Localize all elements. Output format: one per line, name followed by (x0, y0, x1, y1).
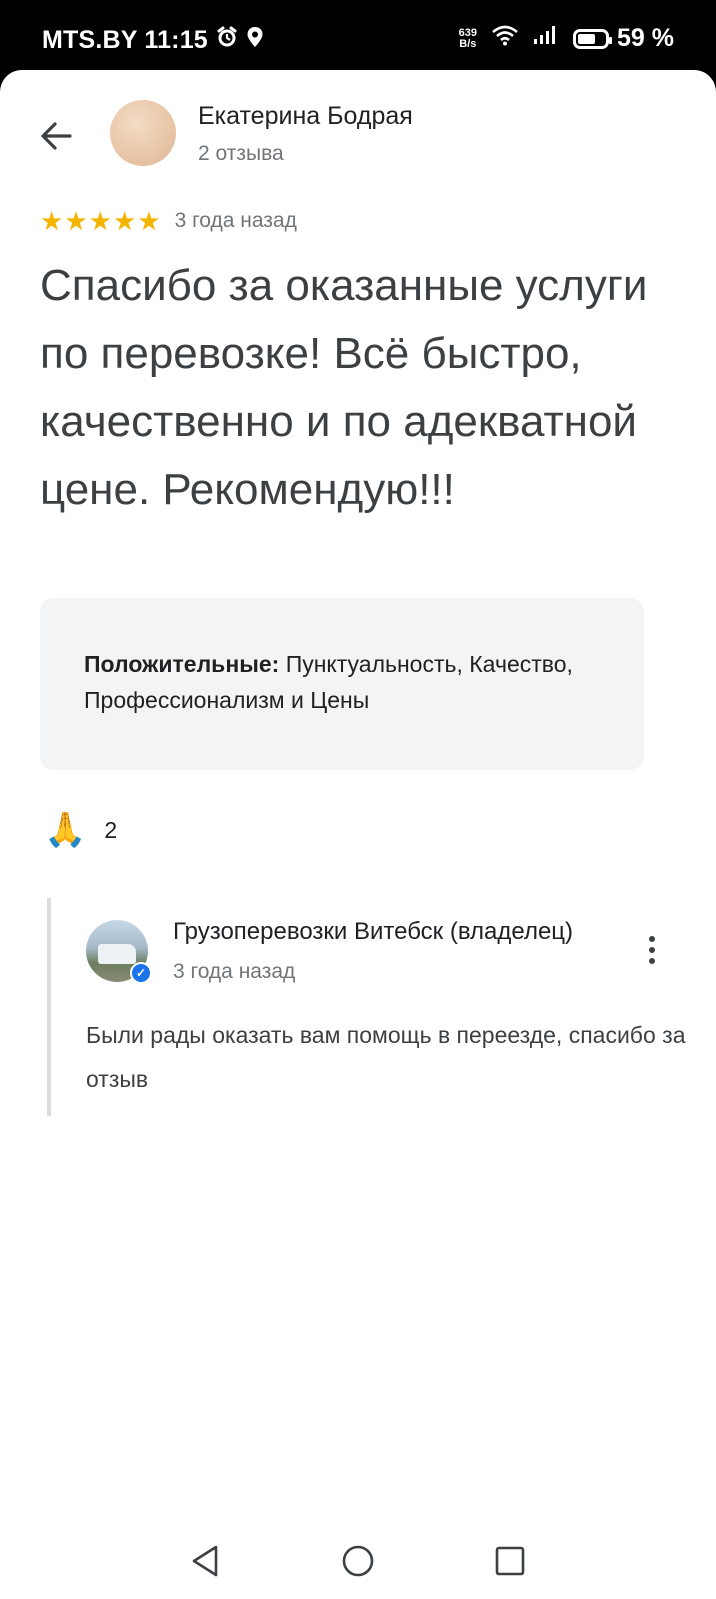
net-speed-value: 639 (458, 26, 478, 39)
net-speed: 639 B/s (458, 26, 478, 50)
van-image (98, 944, 136, 964)
net-speed-unit: B/s (459, 37, 477, 50)
star-icon: ★ (137, 206, 161, 236)
more-options-button[interactable] (637, 930, 667, 970)
author-review-count: 2 отзыва (198, 142, 284, 165)
status-bar: MTS.BY 11:15 639 B/s 59 % (0, 0, 716, 72)
nav-home-button[interactable] (333, 1536, 383, 1586)
pray-emoji-icon: 🙏 (44, 811, 87, 849)
back-arrow-icon (41, 122, 72, 150)
star-icon: ★ (40, 206, 64, 236)
nav-home-icon (342, 1545, 374, 1577)
review-date: 3 года назад (174, 209, 297, 232)
reaction-button[interactable]: 🙏 2 (44, 810, 117, 850)
nav-back-icon (192, 1545, 218, 1577)
nav-back-button[interactable] (180, 1536, 230, 1586)
wifi-icon (491, 24, 519, 53)
attributes-text: Положительные: Пунктуальность, Качество,… (84, 646, 600, 718)
owner-reply-date: 3 года назад (173, 960, 296, 983)
back-button[interactable] (34, 114, 78, 158)
review-text: Спасибо за оказанные услуги по перевозке… (40, 261, 648, 514)
star-rating: ★ ★ ★ ★ ★ (40, 208, 161, 234)
battery-indicator: 59 % (573, 24, 674, 53)
owner-name[interactable]: Грузоперевозки Витебск (владелец) (173, 918, 603, 946)
status-left: MTS.BY 11:15 (42, 26, 264, 55)
owner-reply: ✓ Грузоперевозки Витебск (владелец) 3 го… (47, 898, 691, 1116)
system-nav-bar (0, 1522, 716, 1599)
rating-row: ★ ★ ★ ★ ★ 3 года назад (40, 208, 297, 234)
more-vert-dot (649, 958, 655, 964)
attributes-box: Положительные: Пунктуальность, Качество,… (40, 598, 644, 770)
battery-percent: 59 % (617, 24, 674, 52)
review-sheet: Екатерина Бодрая 2 отзыва ★ ★ ★ ★ ★ 3 го… (0, 70, 716, 1522)
reaction-count: 2 (104, 816, 118, 843)
alarm-icon (216, 26, 238, 55)
status-right: 639 B/s 59 % (459, 24, 674, 53)
signal-icon (533, 24, 559, 53)
location-icon (246, 26, 264, 55)
battery-icon (573, 28, 613, 49)
owner-reply-text: Были рады оказать вам помощь в переезде,… (86, 1022, 686, 1092)
nav-recents-icon (495, 1546, 525, 1576)
author-avatar[interactable] (110, 100, 176, 166)
star-icon: ★ (88, 206, 112, 236)
star-icon: ★ (112, 206, 137, 236)
carrier-time: MTS.BY 11:15 (42, 26, 208, 54)
author-name[interactable]: Екатерина Бодрая (198, 102, 413, 131)
more-vert-icon (649, 936, 655, 942)
attributes-label: Положительные: (84, 651, 280, 677)
nav-recents-button[interactable] (485, 1536, 535, 1586)
star-icon: ★ (64, 206, 88, 236)
more-vert-dot (649, 947, 655, 953)
verified-icon: ✓ (130, 962, 152, 984)
